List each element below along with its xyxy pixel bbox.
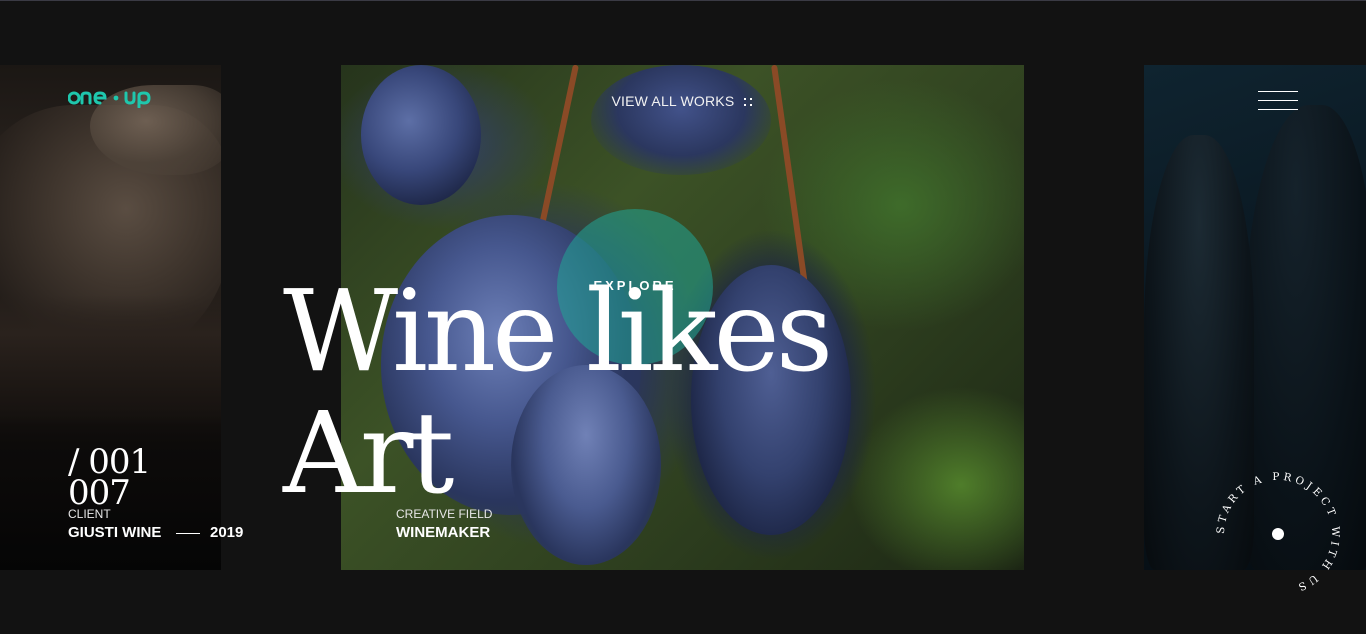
client-name: GIUSTI WINE (68, 524, 162, 541)
start-project-badge[interactable]: START A PROJECT WITH US (1212, 468, 1344, 600)
creative-field-value: WINEMAKER (396, 524, 491, 541)
hamburger-menu-icon[interactable] (1256, 90, 1300, 112)
badge-center-dot (1272, 528, 1284, 540)
slide-counter-total: 007 (68, 473, 131, 513)
arm-shape (0, 295, 221, 425)
hero-headline-line-2: Art (283, 389, 454, 519)
project-year: 2019 (210, 524, 244, 541)
view-all-works-link[interactable]: VIEW ALL WORKS (560, 93, 806, 109)
client-label: CLIENT (68, 507, 111, 521)
vine-stem (537, 65, 579, 232)
top-border (0, 0, 1366, 1)
divider-dash (176, 533, 200, 534)
grape-cluster (361, 65, 481, 205)
grape-cluster (591, 65, 771, 175)
creative-field-label: CREATIVE FIELD (396, 507, 493, 521)
grid-dots-icon (744, 97, 754, 107)
view-all-works-label: VIEW ALL WORKS (611, 93, 735, 109)
hero-headline-line-1: Wine likes (283, 267, 833, 397)
one-up-logo[interactable] (68, 88, 156, 108)
